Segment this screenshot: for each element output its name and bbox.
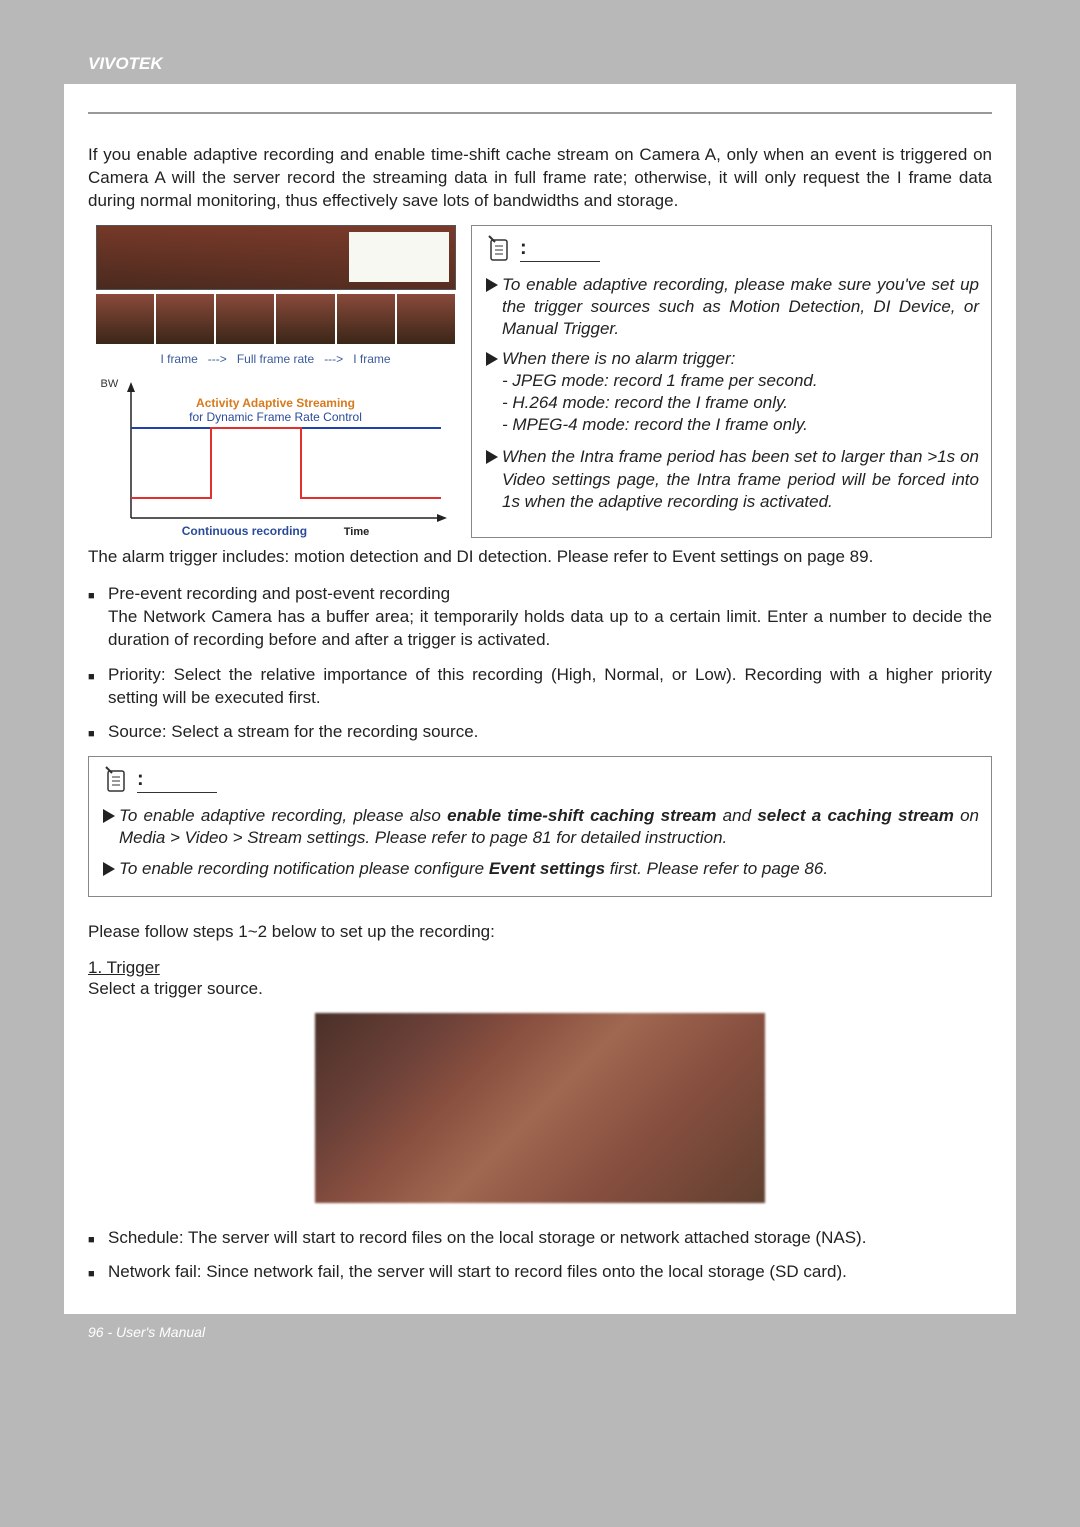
arrow-b: ---> [324,352,343,366]
note-label: : [103,765,979,795]
arrow-icon [486,450,498,464]
label-fullrate: Full frame rate [237,352,314,366]
frame-strip [96,294,456,344]
arrow-icon [103,862,115,876]
note-label: : [486,234,979,264]
bullet-source: Source: Select a stream for the recordin… [88,721,992,744]
bullet-list-1: Pre-event recording and post-event recor… [88,583,992,745]
frame-rate-labels: I frame ---> Full frame rate ---> I fram… [160,352,390,366]
label-iframe-b: I frame [353,352,390,366]
step1-heading: 1. Trigger [88,958,992,978]
alarm-trigger-paragraph: The alarm trigger includes: motion detec… [88,546,992,569]
header-bar: VIVOTEK [64,40,1016,84]
time-axis-label: Time [344,526,369,538]
arrow-a: ---> [208,352,227,366]
y-axis-label: BW [101,378,119,390]
chart-subtitle: for Dynamic Frame Rate Control [101,410,451,424]
note-icon [103,765,129,793]
note1-item2c: - MPEG-4 mode: record the I frame only. [502,414,818,436]
note2-item1: To enable adaptive recording, please als… [119,805,979,849]
trigger-screenshot [315,1013,765,1203]
note2-item2: To enable recording notification please … [119,858,828,880]
step1-sub: Select a trigger source. [88,978,992,1001]
arrow-icon [486,278,498,292]
bullet-priority: Priority: Select the relative importance… [88,664,992,710]
bullet-list-2: Schedule: The server will start to recor… [88,1227,992,1285]
figure-row: I frame ---> Full frame rate ---> I fram… [88,225,992,538]
bullet-network-fail: Network fail: Since network fail, the se… [88,1261,992,1284]
note-box-1: : To enable adaptive recording, please m… [471,225,992,538]
note-icon [486,234,512,262]
continuous-recording-label: Continuous recording [182,524,307,538]
page-number: 96 - User's Manual [88,1324,205,1340]
diagram-left: I frame ---> Full frame rate ---> I fram… [88,225,463,538]
arrow-icon [486,352,498,366]
footer-bar: 96 - User's Manual [64,1314,1016,1356]
bullet-pre-post: Pre-event recording and post-event recor… [88,583,992,652]
bandwidth-chart: BW Activity Adaptive Streaming for Dynam… [101,378,451,538]
steps-intro: Please follow steps 1~2 below to set up … [88,921,992,944]
bullet-head: Pre-event recording and post-event recor… [108,584,450,603]
intro-paragraph: If you enable adaptive recording and ena… [88,144,992,213]
divider [88,112,992,114]
camera-preview [96,225,456,290]
chart-title: Activity Adaptive Streaming [101,396,451,410]
note1-item3: When the Intra frame period has been set… [502,446,979,512]
bullet-body: The Network Camera has a buffer area; it… [108,607,992,649]
brand-title: VIVOTEK [88,54,163,73]
document-page: VIVOTEK If you enable adaptive recording… [64,40,1016,1356]
note1-item2a: - JPEG mode: record 1 frame per second. [502,370,818,392]
bullet-schedule: Schedule: The server will start to recor… [88,1227,992,1250]
note1-item1: To enable adaptive recording, please mak… [502,274,979,340]
label-iframe-a: I frame [160,352,197,366]
note1-item2b: - H.264 mode: record the I frame only. [502,392,818,414]
note-box-2: : To enable adaptive recording, please a… [88,756,992,896]
arrow-icon [103,809,115,823]
page-content: If you enable adaptive recording and ena… [64,84,1016,1314]
note1-item2: When there is no alarm trigger: [502,348,818,370]
